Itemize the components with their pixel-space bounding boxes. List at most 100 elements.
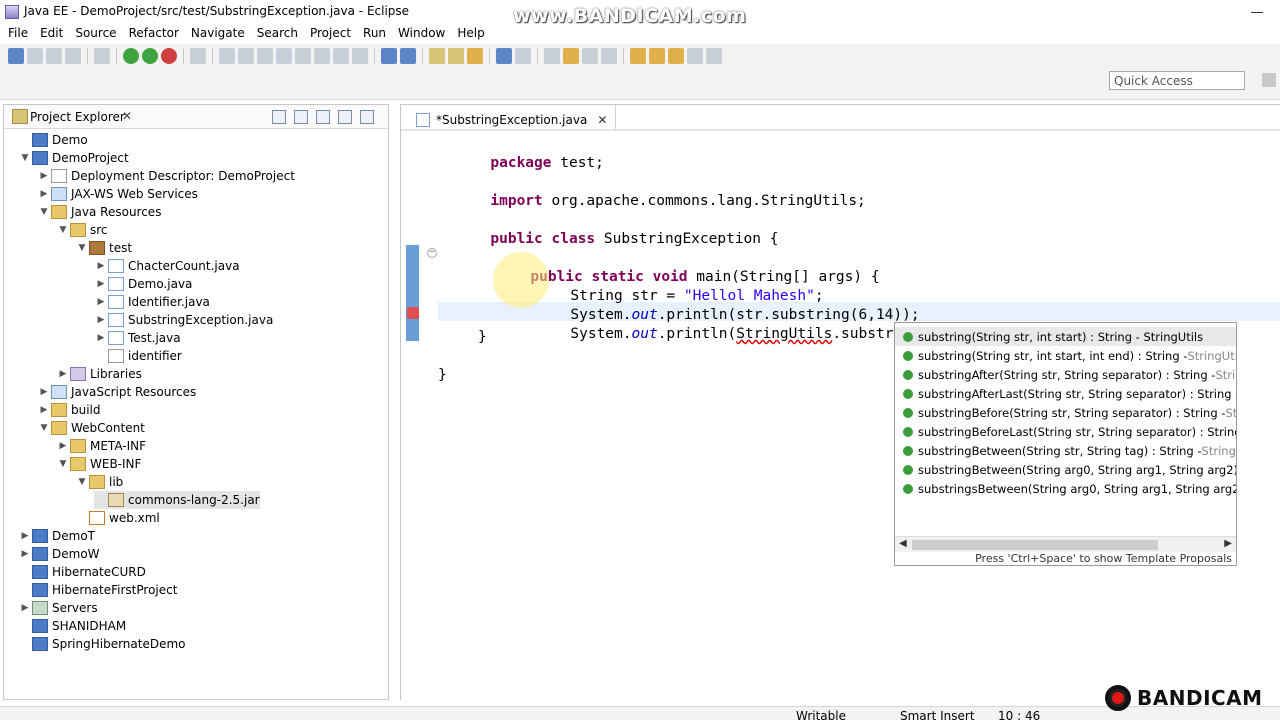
tree-item[interactable]: ▼ WebContent — [37, 419, 145, 437]
tree-item[interactable]: ▶ Servers — [18, 599, 98, 617]
block-selection-icon[interactable] — [582, 48, 598, 64]
resume-icon[interactable] — [219, 48, 235, 64]
tree-item[interactable]: SHANIDHAM — [18, 617, 126, 635]
expanded-icon[interactable]: ▼ — [37, 203, 51, 221]
tree-item[interactable]: ▼ lib — [75, 473, 123, 491]
editor-tab[interactable]: *SubstringException.java ✕ — [408, 105, 617, 129]
tree-item[interactable]: commons-lang-2.5.jar — [94, 491, 260, 509]
menu-help[interactable]: Help — [451, 24, 490, 44]
expanded-icon[interactable]: ▼ — [75, 239, 89, 257]
terminate-icon[interactable] — [257, 48, 273, 64]
debug-icon[interactable] — [123, 48, 139, 64]
expanded-icon[interactable]: ▼ — [56, 221, 70, 239]
step-return-icon[interactable] — [333, 48, 349, 64]
collapsed-icon[interactable]: ▶ — [94, 293, 108, 311]
tree-item[interactable]: ▶ Demo.java — [94, 275, 192, 293]
step-over-icon[interactable] — [314, 48, 330, 64]
external-tools-icon[interactable] — [161, 48, 177, 64]
forward-icon[interactable] — [687, 48, 703, 64]
back-icon[interactable] — [668, 48, 684, 64]
menu-search[interactable]: Search — [251, 24, 304, 44]
show-whitespace-icon[interactable] — [601, 48, 617, 64]
new-java-project-icon[interactable] — [381, 48, 397, 64]
collapsed-icon[interactable]: ▶ — [18, 599, 32, 617]
new-class-icon[interactable] — [400, 48, 416, 64]
collapsed-icon[interactable]: ▶ — [37, 185, 51, 203]
tree-item[interactable]: ▶ DemoT — [18, 527, 95, 545]
tree-item[interactable]: ▼ WEB-INF — [56, 455, 141, 473]
menu-project[interactable]: Project — [304, 24, 357, 44]
tree-item[interactable]: HibernateCURD — [18, 563, 146, 581]
globe-icon[interactable] — [496, 48, 512, 64]
menu-edit[interactable]: Edit — [34, 24, 69, 44]
expanded-icon[interactable]: ▼ — [18, 149, 32, 167]
previous-annotation-icon[interactable] — [649, 48, 665, 64]
suspend-icon[interactable] — [238, 48, 254, 64]
completion-item[interactable]: substringAfter(String str, String separa… — [895, 365, 1236, 384]
drop-to-frame-icon[interactable] — [352, 48, 368, 64]
tree-item[interactable]: ▶ Deployment Descriptor: DemoProject — [37, 167, 295, 185]
tree-item[interactable]: ▶ ChacterCount.java — [94, 257, 240, 275]
error-icon[interactable] — [407, 307, 419, 319]
open-type-icon[interactable] — [429, 48, 445, 64]
web-browser-icon[interactable] — [515, 48, 531, 64]
disconnect-icon[interactable] — [276, 48, 292, 64]
collapsed-icon[interactable]: ▶ — [18, 527, 32, 545]
scroll-left-icon[interactable]: ◀ — [899, 538, 907, 549]
scroll-right-icon[interactable]: ▶ — [1224, 538, 1232, 549]
tree-item[interactable]: ▶ DemoW — [18, 545, 100, 563]
collapsed-icon[interactable]: ▶ — [56, 437, 70, 455]
collapsed-icon[interactable]: ▶ — [37, 383, 51, 401]
fold-icon[interactable]: − — [427, 248, 437, 258]
collapsed-icon[interactable]: ▶ — [56, 365, 70, 383]
new-icon[interactable] — [8, 48, 24, 64]
close-icon[interactable]: ✕ — [122, 109, 132, 123]
completion-item[interactable]: substringBeforeLast(String str, String s… — [895, 422, 1236, 441]
toggle-mark-occurrences-icon[interactable] — [544, 48, 560, 64]
step-into-icon[interactable] — [295, 48, 311, 64]
open-folder-icon[interactable] — [448, 48, 464, 64]
tree-item[interactable]: ▶ build — [37, 401, 101, 419]
close-tab-icon[interactable]: ✕ — [597, 113, 607, 127]
collapsed-icon[interactable]: ▶ — [94, 257, 108, 275]
tree-item[interactable]: ▶ SubstringException.java — [94, 311, 273, 329]
completion-item[interactable]: substringBetween(String arg0, String arg… — [895, 460, 1236, 479]
tree-item[interactable]: ▶ JavaScript Resources — [37, 383, 196, 401]
tree-item[interactable]: ▼ test — [75, 239, 132, 257]
tree-item[interactable]: ▶ JAX-WS Web Services — [37, 185, 198, 203]
completion-item[interactable]: substring(String str, int start) : Strin… — [895, 327, 1236, 346]
expanded-icon[interactable]: ▼ — [56, 455, 70, 473]
menu-navigate[interactable]: Navigate — [185, 24, 251, 44]
save-icon[interactable] — [27, 48, 43, 64]
skip-breakpoints-icon[interactable] — [190, 48, 206, 64]
tree-item[interactable]: ▶ Test.java — [94, 329, 181, 347]
collapsed-icon[interactable]: ▶ — [94, 275, 108, 293]
tree-item[interactable]: HibernateFirstProject — [18, 581, 177, 599]
menu-window[interactable]: Window — [392, 24, 451, 44]
tree-item[interactable]: ▶ Libraries — [56, 365, 142, 383]
server-icon[interactable] — [94, 48, 110, 64]
collapsed-icon[interactable]: ▶ — [18, 545, 32, 563]
collapsed-icon[interactable]: ▶ — [94, 329, 108, 347]
completion-item[interactable]: substringsBetween(String arg0, String ar… — [895, 479, 1236, 498]
tree-item[interactable]: Demo — [18, 131, 88, 149]
link-with-editor-icon[interactable] — [294, 110, 308, 124]
tree-item[interactable]: ▼ src — [56, 221, 108, 239]
completion-item[interactable]: substringBetween(String str, String tag)… — [895, 441, 1236, 460]
menu-run[interactable]: Run — [357, 24, 392, 44]
tree-item[interactable]: ▼ Java Resources — [37, 203, 161, 221]
tree-item[interactable]: SpringHibernateDemo — [18, 635, 186, 653]
pin-editor-icon[interactable] — [706, 48, 722, 64]
menu-refactor[interactable]: Refactor — [123, 24, 185, 44]
collapsed-icon[interactable]: ▶ — [94, 311, 108, 329]
collapse-all-icon[interactable] — [272, 110, 286, 124]
run-icon[interactable] — [142, 48, 158, 64]
completion-item[interactable]: substring(String str, int start, int end… — [895, 346, 1236, 365]
project-explorer-title[interactable]: Project Explorer — [30, 110, 125, 124]
print-icon[interactable] — [65, 48, 81, 64]
scroll-thumb[interactable] — [912, 540, 1158, 550]
expanded-icon[interactable]: ▼ — [37, 419, 51, 437]
search-icon[interactable] — [467, 48, 483, 64]
tree-item[interactable]: ▶ META-INF — [56, 437, 146, 455]
save-all-icon[interactable] — [46, 48, 62, 64]
